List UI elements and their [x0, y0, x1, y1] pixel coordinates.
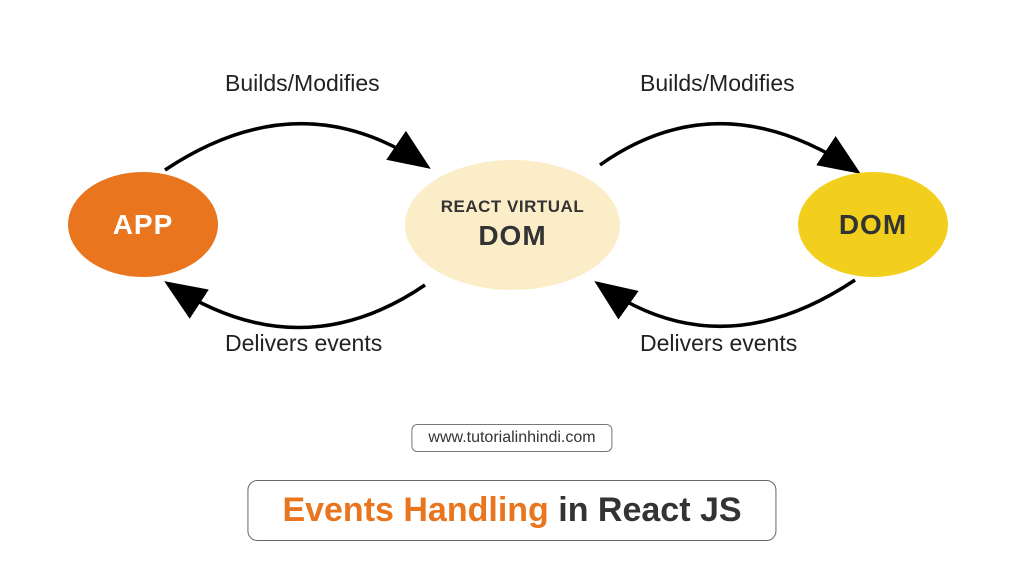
label-delivers-events-1: Delivers events [225, 330, 382, 357]
title-part-2: in React JS [549, 491, 742, 529]
arrow-vdom-to-dom [600, 124, 855, 170]
title-part-1: Events Handling [282, 491, 548, 529]
node-virtual-dom: REACT VIRTUAL DOM [405, 160, 620, 290]
title-box: Events Handling in React JS [247, 480, 776, 541]
node-vdom-label-line1: REACT VIRTUAL [441, 196, 584, 218]
node-dom: DOM [798, 172, 948, 277]
node-app: APP [68, 172, 218, 277]
node-dom-label: DOM [839, 209, 907, 241]
arrow-app-to-vdom [165, 124, 425, 170]
url-text: www.tutorialinhindi.com [428, 429, 595, 446]
label-builds-modifies-2: Builds/Modifies [640, 70, 795, 97]
diagram-container: APP REACT VIRTUAL DOM DOM Builds/Modifie… [0, 0, 1024, 576]
arrow-vdom-to-app [170, 285, 425, 328]
arrow-dom-to-vdom [600, 280, 855, 326]
label-delivers-events-2: Delivers events [640, 330, 797, 357]
url-badge: www.tutorialinhindi.com [411, 424, 612, 452]
label-builds-modifies-1: Builds/Modifies [225, 70, 380, 97]
node-app-label: APP [113, 209, 174, 241]
node-vdom-label-line2: DOM [478, 218, 546, 254]
